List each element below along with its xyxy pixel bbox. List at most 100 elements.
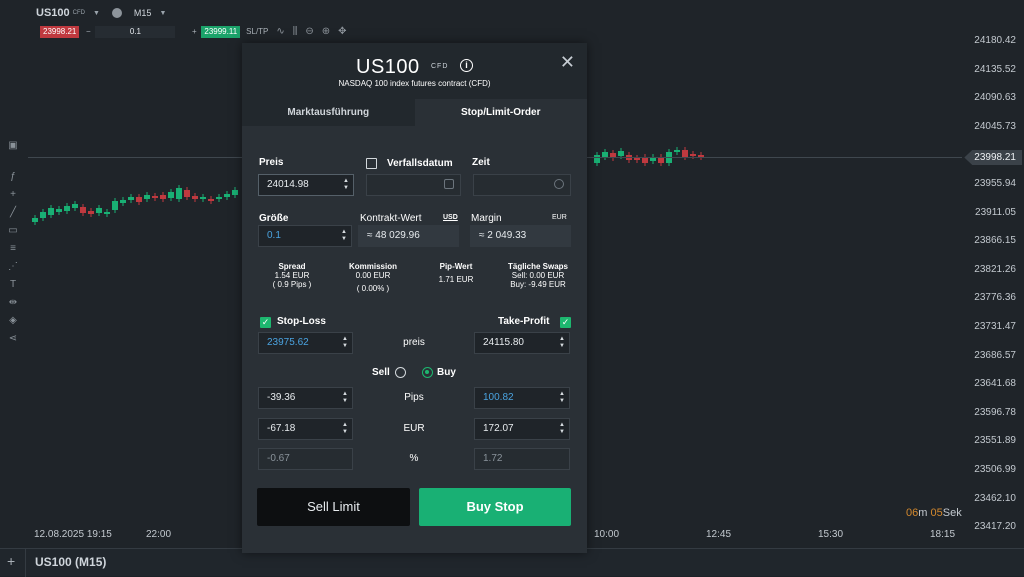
fibonacci-icon[interactable]: ≡ bbox=[10, 243, 16, 254]
indicator-icon[interactable]: ∿ bbox=[276, 26, 284, 37]
candle bbox=[56, 209, 62, 212]
price-row-label: preis bbox=[403, 337, 425, 348]
clock-icon[interactable] bbox=[554, 179, 564, 189]
candle bbox=[176, 188, 182, 199]
volume-icon[interactable]: ⫼ bbox=[293, 26, 298, 37]
sell-radio[interactable] bbox=[395, 367, 406, 378]
stop-loss-percent-field[interactable]: -0.67 bbox=[258, 448, 353, 470]
buy-stop-button[interactable]: Buy Stop bbox=[419, 488, 571, 526]
take-profit-percent-field[interactable]: 1.72 bbox=[474, 448, 570, 470]
timeframe-dropdown-icon[interactable]: ▼ bbox=[159, 10, 166, 17]
price-label: Preis bbox=[259, 157, 284, 168]
expiry-label: Verfallsdatum bbox=[387, 158, 453, 169]
candle bbox=[120, 200, 126, 203]
pip-value-info: Pip-Wert 1.71 EUR bbox=[438, 262, 474, 284]
order-type-tabs: Marktausführung Stop/Limit-Order bbox=[242, 99, 587, 126]
symbol-dropdown-icon[interactable]: ▼ bbox=[93, 10, 100, 17]
measure-icon[interactable]: ⇹ bbox=[9, 297, 17, 308]
close-icon[interactable]: ✕ bbox=[560, 52, 575, 73]
take-profit-checkbox[interactable]: ✓ bbox=[560, 317, 571, 328]
candle bbox=[674, 150, 680, 152]
candle bbox=[682, 150, 688, 157]
spread-info: Spread 1.54 EUR( 0.9 Pips ) bbox=[272, 262, 312, 289]
contract-value-label: Kontrakt-Wert bbox=[360, 213, 422, 224]
calendar-icon[interactable] bbox=[444, 179, 454, 189]
buy-radio[interactable] bbox=[422, 367, 433, 378]
size-stepper[interactable]: ▲ ▼ bbox=[341, 229, 347, 243]
price-axis-label: 23686.57 bbox=[974, 349, 1016, 361]
quantity-increase-button[interactable]: + bbox=[189, 27, 199, 36]
rectangle-tool-icon[interactable]: ▭ bbox=[8, 225, 17, 236]
commission-info: Kommission 0.00 EUR( 0.00% ) bbox=[348, 262, 397, 293]
quick-trade-bar: 23998.21 − 0.1 + 23999.11 SL/TP ∿ ⫼ ⊖ ⊕ … bbox=[40, 25, 347, 38]
candle bbox=[184, 190, 190, 197]
expiry-checkbox[interactable] bbox=[366, 158, 377, 169]
contract-currency[interactable]: USD bbox=[443, 214, 458, 221]
dialog-badge: CFD bbox=[431, 63, 449, 70]
sell-limit-button[interactable]: Sell Limit bbox=[257, 488, 410, 526]
pattern-icon[interactable]: ⋰ bbox=[8, 261, 18, 272]
stop-loss-pips-input[interactable]: -39.36 ▲ ▼ bbox=[258, 387, 353, 409]
stepper-icon[interactable]: ▲ ▼ bbox=[559, 391, 565, 405]
candle bbox=[216, 197, 222, 199]
zoom-out-icon[interactable]: ⊖ bbox=[305, 26, 313, 37]
price-axis-label: 23551.89 bbox=[974, 435, 1016, 447]
stepper-icon[interactable]: ▲ ▼ bbox=[342, 391, 348, 405]
text-tool-icon[interactable]: T bbox=[10, 279, 16, 290]
stop-loss-price-input[interactable]: 23975.62 ▲ ▼ bbox=[258, 332, 353, 354]
price-input[interactable]: 24014.98 ▲ ▼ bbox=[258, 174, 354, 196]
price-axis[interactable]: 24180.42 24135.52 24090.63 24045.73 23955.94… bbox=[964, 0, 1024, 548]
candle bbox=[224, 194, 230, 197]
percent-row-label: % bbox=[409, 453, 419, 464]
move-icon[interactable]: ✥ bbox=[338, 26, 346, 37]
take-profit-pips-input[interactable]: 100.82 ▲ ▼ bbox=[474, 387, 570, 409]
function-icon[interactable]: ƒ bbox=[10, 171, 16, 182]
candle bbox=[168, 192, 174, 198]
quantity-input[interactable]: 0.1 bbox=[95, 25, 176, 38]
expiry-time-input[interactable] bbox=[473, 174, 571, 196]
stepper-icon[interactable]: ▲ ▼ bbox=[559, 422, 565, 436]
candle bbox=[104, 212, 110, 214]
price-stepper[interactable]: ▲ ▼ bbox=[343, 178, 349, 192]
price-axis-label: 23417.20 bbox=[974, 521, 1016, 533]
candle-timer: 06m 05Sek bbox=[906, 507, 962, 519]
size-input[interactable]: 0.1 ▲ ▼ bbox=[258, 225, 352, 247]
price-axis-label: 23641.68 bbox=[974, 378, 1016, 390]
tab-market-execution[interactable]: Marktausführung bbox=[242, 99, 415, 126]
line-tool-icon[interactable]: ╱ bbox=[10, 207, 16, 218]
symbol-name[interactable]: US100 bbox=[36, 7, 70, 19]
price-axis-label: 23506.99 bbox=[974, 464, 1016, 475]
clock-icon[interactable] bbox=[111, 8, 122, 18]
info-icon[interactable]: i bbox=[460, 59, 473, 72]
tab-stop-limit-order[interactable]: Stop/Limit-Order bbox=[414, 99, 587, 126]
quantity-decrease-button[interactable]: − bbox=[83, 27, 93, 36]
chart-tab-title[interactable]: US100 (M15) bbox=[35, 555, 106, 569]
share-icon[interactable]: ⋖ bbox=[9, 333, 17, 344]
stepper-icon[interactable]: ▲ ▼ bbox=[342, 336, 348, 350]
stepper-icon[interactable]: ▲ ▼ bbox=[559, 336, 565, 350]
stop-loss-checkbox[interactable]: ✓ bbox=[260, 317, 271, 328]
margin-field: ≈ 2 049.33 bbox=[470, 225, 571, 247]
stop-loss-eur-input[interactable]: -67.18 ▲ ▼ bbox=[258, 418, 353, 440]
candle bbox=[136, 197, 142, 202]
take-profit-price-input[interactable]: 24115.80 ▲ ▼ bbox=[474, 332, 570, 354]
candle bbox=[232, 190, 238, 195]
expiry-date-input[interactable] bbox=[366, 174, 461, 196]
layers-icon[interactable]: ◈ bbox=[9, 315, 17, 326]
time-label: 12.08.2025 19:15 bbox=[34, 529, 112, 540]
dialog-subtitle: NASDAQ 100 index futures contract (CFD) bbox=[338, 79, 491, 88]
size-label: Größe bbox=[259, 213, 289, 224]
zoom-in-icon[interactable]: ⊕ bbox=[322, 26, 330, 37]
add-panel-button[interactable]: + bbox=[7, 553, 15, 569]
crosshair-icon[interactable]: + bbox=[10, 189, 16, 200]
timeframe-select[interactable]: M15 bbox=[134, 8, 152, 18]
drawing-toolbar: ▣ ƒ + ╱ ▭ ≡ ⋰ T ⇹ ◈ ⋖ bbox=[0, 140, 26, 344]
quick-buy-button[interactable]: 23999.11 bbox=[201, 25, 241, 38]
quick-sell-button[interactable]: 23998.21 bbox=[40, 25, 80, 38]
candle bbox=[690, 154, 696, 156]
screen-icon[interactable]: ▣ bbox=[8, 140, 17, 151]
take-profit-eur-input[interactable]: 172.07 ▲ ▼ bbox=[474, 418, 570, 440]
sltp-button[interactable]: SL/TP bbox=[246, 27, 268, 36]
candle bbox=[144, 195, 150, 199]
stepper-icon[interactable]: ▲ ▼ bbox=[342, 422, 348, 436]
